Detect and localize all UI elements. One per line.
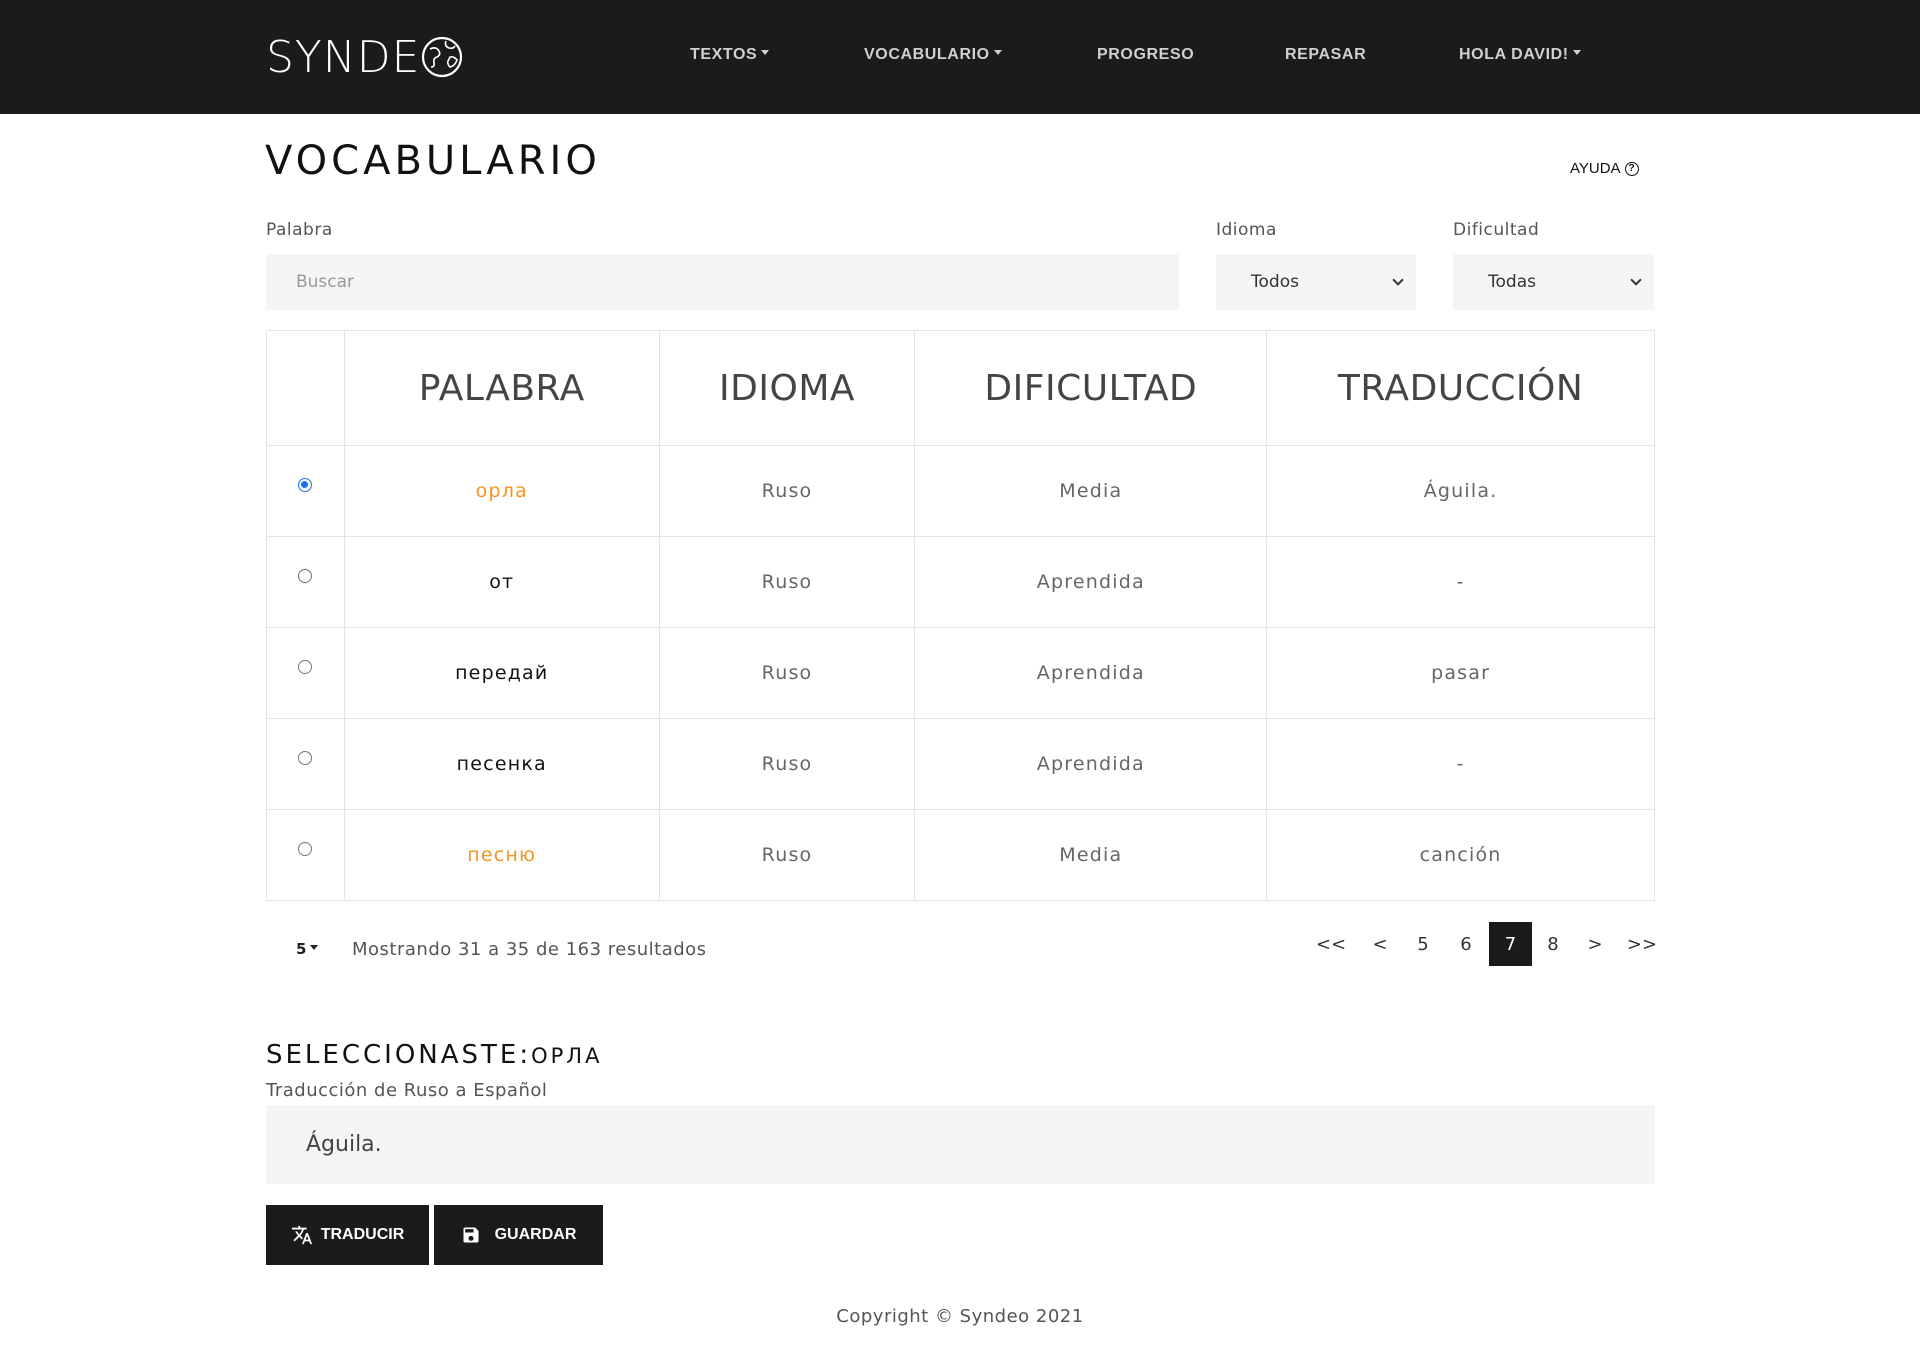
nav-textos-label: TEXTOS — [690, 46, 758, 63]
translate-button[interactable]: TRADUCIR — [266, 1205, 429, 1265]
dificultad-select-value: Todas — [1488, 272, 1536, 292]
page-first-button[interactable]: << — [1310, 922, 1352, 966]
per-page-dropdown[interactable]: 5 — [296, 940, 319, 958]
translation-text: Águila. — [306, 1132, 382, 1157]
header-idioma[interactable]: IDIOMA — [658, 330, 916, 446]
row-select-cell — [266, 718, 345, 810]
language-cell: Ruso — [658, 627, 916, 719]
row-radio[interactable] — [298, 660, 313, 674]
globe-icon — [422, 36, 463, 78]
difficulty-cell: Aprendida — [914, 718, 1268, 810]
help-link[interactable]: AYUDA ? — [1570, 160, 1639, 177]
idioma-label: Idioma — [1216, 220, 1277, 240]
top-navbar: SYNDE TEXTOS VOCABULARIO PROGRESO REPASA… — [0, 0, 1920, 114]
idioma-select[interactable]: Todos — [1216, 254, 1416, 310]
save-label: GUARDAR — [494, 1226, 577, 1243]
nav-repasar[interactable]: REPASAR — [1285, 46, 1366, 64]
idioma-select-value: Todos — [1251, 272, 1299, 292]
search-input[interactable] — [266, 254, 1179, 310]
word-cell: орла — [343, 445, 660, 537]
selection-subtitle: Traducción de Ruso a Español — [266, 1080, 548, 1101]
language-cell: Ruso — [658, 809, 916, 901]
save-button[interactable]: GUARDAR — [434, 1205, 603, 1265]
row-radio[interactable] — [298, 478, 313, 492]
table-row[interactable]: от Ruso Aprendida - — [266, 536, 1655, 628]
selection-word: ОРЛА — [531, 1044, 603, 1068]
difficulty-cell: Aprendida — [914, 536, 1268, 628]
translation-cell: canción — [1266, 809, 1655, 901]
language-cell: Ruso — [658, 536, 916, 628]
header-dificultad[interactable]: DIFICULTAD — [914, 330, 1268, 446]
page-prev-button[interactable]: < — [1360, 922, 1400, 966]
nav-textos[interactable]: TEXTOS — [690, 46, 770, 64]
row-select-cell — [266, 627, 345, 719]
chevron-down-icon — [1392, 274, 1404, 286]
vocabulary-table: PALABRA IDIOMA DIFICULTAD TRADUCCIÓN орл… — [266, 330, 1655, 901]
nav-vocabulario-label: VOCABULARIO — [864, 46, 990, 63]
logo-text: SYNDE — [266, 31, 421, 83]
floppy-disk-icon — [463, 1227, 479, 1243]
help-label: AYUDA — [1570, 160, 1621, 177]
nav-user-label: HOLA DAVID! — [1459, 46, 1569, 63]
page-button-5[interactable]: 5 — [1403, 922, 1443, 966]
header-select — [266, 330, 345, 446]
row-radio[interactable] — [298, 569, 313, 583]
footer-copyright: Copyright © Syndeo 2021 — [836, 1306, 1084, 1327]
syndeo-logo[interactable]: SYNDE — [266, 31, 464, 83]
selection-title-label: SELECCIONASTE: — [266, 1040, 532, 1070]
translate-label: TRADUCIR — [320, 1226, 405, 1243]
page-button-8[interactable]: 8 — [1533, 922, 1573, 966]
word-cell: передай — [343, 627, 660, 719]
question-circle-icon: ? — [1624, 161, 1639, 176]
translation-cell: - — [1266, 718, 1655, 810]
translation-cell: - — [1266, 536, 1655, 628]
per-page-value: 5 — [296, 940, 307, 958]
page-button-7-active[interactable]: 7 — [1489, 922, 1532, 966]
difficulty-cell: Aprendida — [914, 627, 1268, 719]
header-palabra[interactable]: PALABRA — [343, 330, 660, 446]
selection-title: SELECCIONASTE:ОРЛА — [266, 1040, 602, 1070]
word-cell: песенка — [343, 718, 660, 810]
caret-down-icon — [993, 50, 1002, 56]
nav-vocabulario[interactable]: VOCABULARIO — [864, 46, 1002, 64]
translate-icon — [291, 1225, 312, 1245]
word-cell: от — [343, 536, 660, 628]
caret-down-icon — [761, 50, 770, 56]
difficulty-cell: Media — [914, 809, 1268, 901]
dificultad-select[interactable]: Todas — [1453, 254, 1654, 310]
dificultad-label: Dificultad — [1453, 220, 1540, 240]
translation-output[interactable]: Águila. — [266, 1105, 1655, 1184]
page-button-6[interactable]: 6 — [1446, 922, 1486, 966]
row-radio[interactable] — [298, 842, 313, 856]
chevron-down-icon — [1630, 274, 1642, 286]
language-cell: Ruso — [658, 445, 916, 537]
row-select-cell — [266, 536, 345, 628]
page-next-button[interactable]: > — [1575, 922, 1615, 966]
difficulty-cell: Media — [914, 445, 1268, 537]
caret-down-icon — [1572, 50, 1581, 56]
page-last-button[interactable]: >> — [1620, 922, 1664, 966]
nav-progreso[interactable]: PROGRESO — [1097, 46, 1194, 64]
row-select-cell — [266, 809, 345, 901]
header-traduccion[interactable]: TRADUCCIÓN — [1266, 330, 1655, 446]
results-summary: Mostrando 31 a 35 de 163 resultados — [352, 939, 707, 960]
table-row[interactable]: орла Ruso Media Águila. — [266, 445, 1655, 537]
translation-cell: Águila. — [1266, 445, 1655, 537]
caret-down-icon — [310, 945, 319, 950]
row-radio[interactable] — [298, 751, 313, 765]
palabra-label: Palabra — [266, 220, 333, 240]
row-select-cell — [266, 445, 345, 537]
table-header-row: PALABRA IDIOMA DIFICULTAD TRADUCCIÓN — [266, 330, 1655, 446]
translation-cell: pasar — [1266, 627, 1655, 719]
table-row[interactable]: передай Ruso Aprendida pasar — [266, 627, 1655, 719]
page-title: VOCABULARIO — [265, 138, 601, 184]
language-cell: Ruso — [658, 718, 916, 810]
table-row[interactable]: песенка Ruso Aprendida - — [266, 718, 1655, 810]
nav-user-menu[interactable]: HOLA DAVID! — [1459, 46, 1581, 64]
word-cell: песню — [343, 809, 660, 901]
table-row[interactable]: песню Ruso Media canción — [266, 809, 1655, 901]
